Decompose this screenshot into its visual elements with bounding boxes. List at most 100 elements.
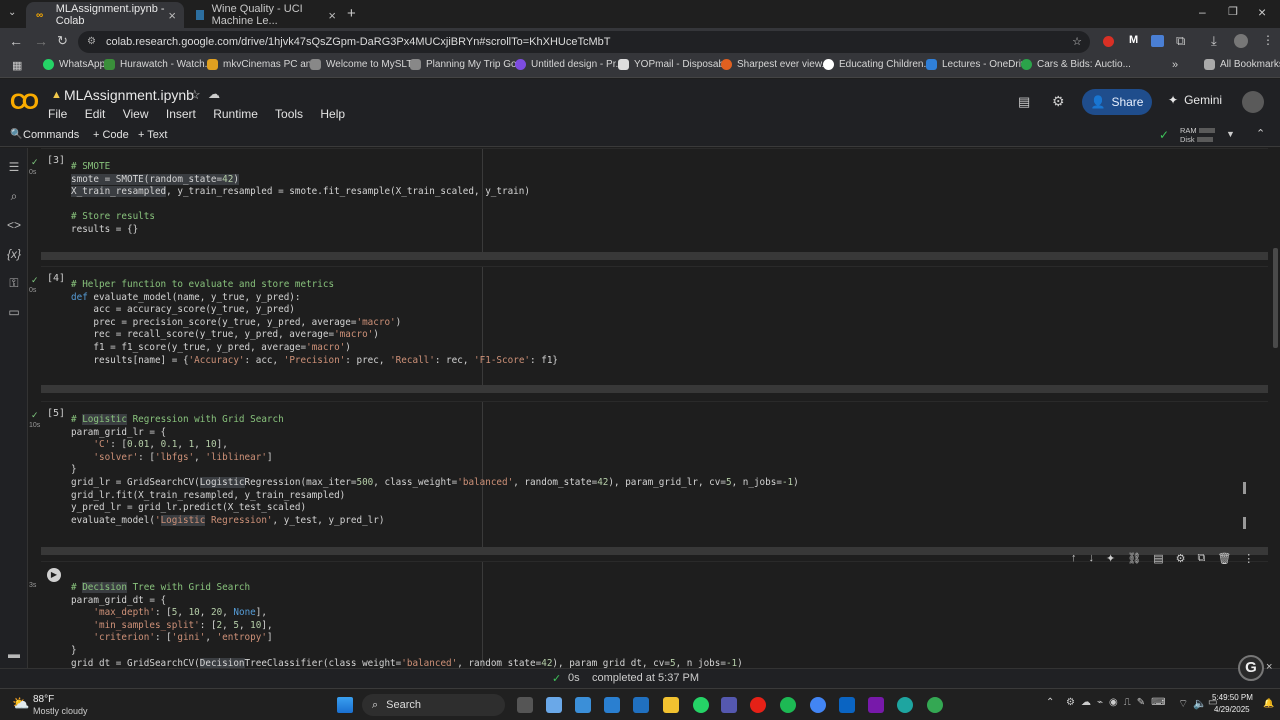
terminal-icon[interactable]: ▬ bbox=[6, 647, 22, 661]
all-bookmarks[interactable]: All Bookmarks bbox=[1204, 59, 1280, 70]
forward-icon[interactable]: → bbox=[34, 33, 48, 49]
code-cell-4[interactable]: ✓ 0s [4] # Helper function to evaluate a… bbox=[29, 266, 1268, 393]
profile-avatar-icon[interactable] bbox=[1234, 34, 1248, 48]
bookmark-myslt[interactable]: Welcome to MySLT... bbox=[310, 59, 420, 70]
pen-app-icon[interactable] bbox=[575, 697, 591, 713]
scrollbar-thumb[interactable] bbox=[1273, 248, 1278, 348]
outlook-icon[interactable] bbox=[839, 697, 855, 713]
site-info-icon[interactable]: ⚙ bbox=[87, 31, 96, 53]
bookmark-mkvcinemas[interactable]: mkvCinemas PC an... bbox=[207, 59, 320, 70]
cloud-sync-icon[interactable]: ☁ bbox=[208, 87, 220, 101]
comment-cell-icon[interactable]: ▤ bbox=[1153, 552, 1163, 565]
commands-button[interactable]: Commands bbox=[23, 129, 79, 141]
spotify-icon[interactable] bbox=[780, 697, 796, 713]
move-down-icon[interactable]: ↓ bbox=[1089, 552, 1095, 565]
start-windows-icon[interactable] bbox=[337, 697, 353, 713]
gemini-button[interactable]: ✦ Gemini bbox=[1168, 93, 1222, 107]
whatsapp-app-icon[interactable] bbox=[693, 697, 709, 713]
colab-logo-icon[interactable]: CO bbox=[10, 89, 39, 115]
gemini-fab-icon[interactable]: G bbox=[1238, 655, 1264, 681]
reload-icon[interactable]: ↻ bbox=[57, 33, 68, 49]
menu-insert[interactable]: Insert bbox=[166, 107, 196, 121]
resources-indicator[interactable]: RAM Disk bbox=[1180, 126, 1215, 144]
bookmark-cars-bids[interactable]: Cars & Bids: Auctio... bbox=[1021, 59, 1131, 70]
notification-bell-icon[interactable]: 🔔 bbox=[1263, 698, 1274, 709]
clock-date[interactable]: 4/29/2025 bbox=[1214, 705, 1250, 714]
apps-grid-icon[interactable]: ▦ bbox=[12, 59, 22, 72]
delete-cell-icon[interactable]: 🗑 bbox=[1217, 552, 1231, 565]
close-tab-icon[interactable]: × bbox=[328, 8, 336, 23]
bookmark-sharpest[interactable]: Sharpest ever view... bbox=[721, 59, 830, 70]
code-cell-3[interactable]: ✓ 0s [3] # SMOTE smote = SMOTE(random_st… bbox=[29, 148, 1268, 260]
weather-temp[interactable]: 88°F bbox=[33, 694, 54, 705]
task-view-icon[interactable] bbox=[517, 697, 533, 713]
menu-file[interactable]: File bbox=[48, 107, 67, 121]
screen-app-icon[interactable] bbox=[604, 697, 620, 713]
add-code-button[interactable]: + Code bbox=[93, 129, 129, 141]
store-icon[interactable] bbox=[633, 697, 649, 713]
star-icon[interactable]: ☆ bbox=[189, 87, 201, 103]
comment-icon[interactable]: ▤ bbox=[1018, 94, 1030, 110]
tab-list-chevron-icon[interactable]: ⌄ bbox=[8, 7, 16, 18]
browser-menu-icon[interactable]: ⋮ bbox=[1262, 33, 1274, 47]
notebook-title[interactable]: MLAssignment.ipynb bbox=[64, 87, 194, 103]
menu-runtime[interactable]: Runtime bbox=[213, 107, 258, 121]
tray-icons[interactable]: ⚙☁⌁◉⎍✎⌨ bbox=[1066, 697, 1172, 708]
run-cell-button[interactable]: ▶ bbox=[47, 568, 61, 582]
volume-icon[interactable]: 🔈 bbox=[1193, 697, 1207, 710]
url-field[interactable]: ⚙ colab.research.google.com/drive/1hjvk4… bbox=[78, 31, 1090, 53]
file-explorer-icon[interactable] bbox=[663, 697, 679, 713]
cell-code[interactable]: # SMOTE smote = SMOTE(random_state=42) X… bbox=[71, 161, 530, 237]
variables-icon[interactable]: {x} bbox=[6, 247, 22, 261]
cell-code[interactable]: # Decision Tree with Grid Search param_g… bbox=[71, 582, 743, 668]
wifi-icon[interactable]: ⌔ bbox=[1178, 697, 1188, 711]
chrome-alt-icon[interactable] bbox=[927, 697, 943, 713]
menu-view[interactable]: View bbox=[123, 107, 149, 121]
teams-icon[interactable] bbox=[721, 697, 737, 713]
edge-icon[interactable] bbox=[897, 697, 913, 713]
settings-gear-icon[interactable]: ⚙ bbox=[1052, 93, 1065, 110]
mirror-cell-icon[interactable]: ⧉ bbox=[1197, 552, 1205, 565]
extension-translate-icon[interactable] bbox=[1151, 35, 1164, 47]
download-icon[interactable]: ⤓ bbox=[1211, 33, 1217, 49]
clock-time[interactable]: 5:49:50 PM bbox=[1212, 693, 1253, 702]
resources-dropdown-icon[interactable]: ▼ bbox=[1226, 129, 1235, 139]
menu-edit[interactable]: Edit bbox=[85, 107, 106, 121]
find-icon[interactable]: ⌕ bbox=[6, 189, 22, 203]
cell-code[interactable]: # Logistic Regression with Grid Search p… bbox=[71, 414, 799, 527]
gemini-cell-icon[interactable]: ✦ bbox=[1106, 552, 1115, 565]
secrets-key-icon[interactable]: ⚿ bbox=[6, 276, 22, 290]
bookmark-untitled-design[interactable]: Untitled design - Pr... bbox=[515, 59, 624, 70]
weather-icon[interactable]: ⛅ bbox=[12, 695, 29, 712]
new-tab-icon[interactable]: + bbox=[347, 5, 356, 22]
menu-tools[interactable]: Tools bbox=[275, 107, 303, 121]
code-cell-active[interactable]: ▶ 3s ↑ ↓ ✦ ⛓ ▤ ⚙ ⧉ 🗑 ⋮ # Decision Tree w… bbox=[29, 552, 1268, 668]
taskbar-search[interactable]: ⌕ Search bbox=[362, 694, 505, 716]
youtube-icon[interactable] bbox=[750, 697, 766, 713]
tray-chevron-icon[interactable]: ⌃ bbox=[1046, 697, 1054, 708]
add-text-button[interactable]: + Text bbox=[138, 129, 167, 141]
tab-colab[interactable]: ∞ MLAssignment.ipynb - Colab × bbox=[26, 2, 184, 28]
cell-more-icon[interactable]: ⋮ bbox=[1243, 552, 1254, 565]
extension-m-icon[interactable]: M bbox=[1129, 34, 1138, 46]
bookmark-hurawatch[interactable]: Hurawatch - Watch... bbox=[104, 59, 213, 70]
onenote-icon[interactable] bbox=[868, 697, 884, 713]
tab-wine-quality[interactable]: Wine Quality - UCI Machine Le... × bbox=[186, 2, 344, 28]
bookmark-planning-trip[interactable]: Planning My Trip Go... bbox=[410, 59, 525, 70]
maximize-icon[interactable]: ❐ bbox=[1228, 5, 1238, 18]
bookmark-star-icon[interactable]: ☆ bbox=[1072, 31, 1082, 53]
chrome-icon[interactable] bbox=[810, 697, 826, 713]
close-tab-icon[interactable]: × bbox=[168, 8, 176, 23]
close-fab-icon[interactable]: × bbox=[1266, 661, 1272, 673]
bookmark-lectures[interactable]: Lectures - OneDrive bbox=[926, 59, 1031, 70]
share-button[interactable]: 👤 Share bbox=[1082, 89, 1152, 115]
code-cell-5[interactable]: ✓ 10s [5] # Logistic Regression with Gri… bbox=[29, 401, 1268, 555]
bookmark-yopmail[interactable]: YOPmail - Disposab... bbox=[618, 59, 732, 70]
bookmarks-overflow-icon[interactable]: » bbox=[1172, 59, 1178, 71]
menu-help[interactable]: Help bbox=[320, 107, 345, 121]
move-up-icon[interactable]: ↑ bbox=[1071, 552, 1077, 565]
back-icon[interactable]: ← bbox=[9, 33, 23, 49]
extension-red-icon[interactable] bbox=[1103, 36, 1114, 47]
bookmark-educating[interactable]: Educating Children... bbox=[823, 59, 932, 70]
copilot-icon[interactable] bbox=[546, 697, 562, 713]
